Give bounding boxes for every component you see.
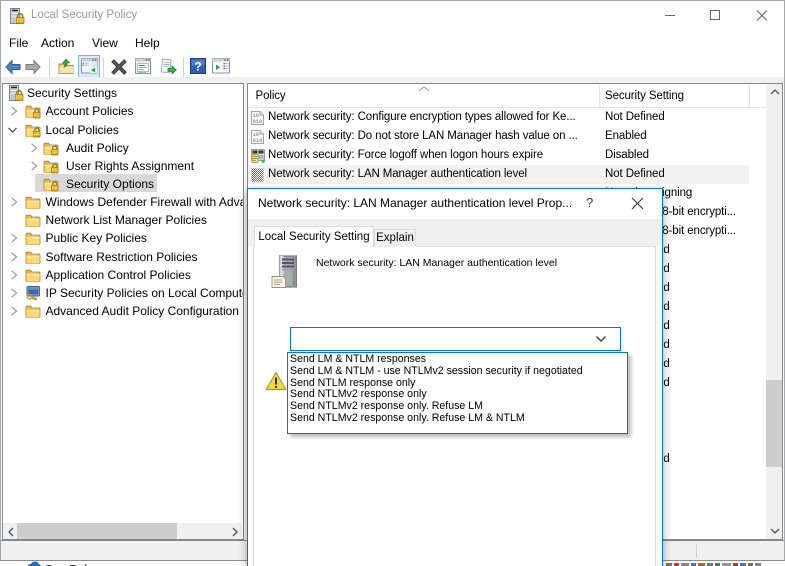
svg-text:010: 010 [253,138,263,144]
svg-text:?: ? [194,60,201,74]
svg-text:010: 010 [253,119,263,125]
